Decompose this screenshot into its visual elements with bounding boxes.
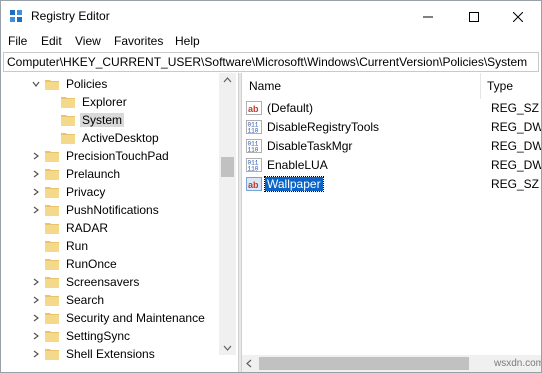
svg-text:110: 110 bbox=[248, 128, 259, 135]
chevron-right-icon[interactable] bbox=[31, 187, 41, 197]
scrollbar-thumb[interactable] bbox=[259, 357, 469, 370]
folder-open-icon bbox=[45, 78, 59, 90]
value-row-default[interactable]: ab (Default) REG_SZ bbox=[246, 99, 541, 117]
menu-file[interactable]: File bbox=[8, 34, 27, 48]
menu-edit[interactable]: Edit bbox=[41, 34, 62, 48]
maximize-icon bbox=[469, 11, 479, 22]
scroll-left-arrow-icon[interactable] bbox=[246, 359, 252, 368]
svg-text:ab: ab bbox=[248, 180, 259, 190]
folder-icon bbox=[45, 258, 59, 270]
string-value-icon: ab bbox=[246, 101, 262, 115]
minimize-button[interactable] bbox=[405, 1, 451, 32]
value-list: Name Type ab (Default) REG_SZ 011 110 Dis… bbox=[242, 73, 541, 372]
column-header-name[interactable]: Name bbox=[249, 79, 281, 93]
menu-bar: File Edit View Favorites Help bbox=[1, 32, 541, 51]
folder-icon bbox=[61, 132, 75, 144]
chevron-down-icon[interactable] bbox=[31, 79, 41, 89]
folder-icon bbox=[45, 276, 59, 288]
list-header: Name Type bbox=[242, 73, 541, 99]
folder-icon bbox=[45, 348, 59, 360]
folder-icon bbox=[61, 114, 75, 126]
close-button[interactable] bbox=[495, 1, 541, 32]
folder-icon bbox=[61, 96, 75, 108]
chevron-right-icon[interactable] bbox=[31, 169, 41, 179]
address-bar[interactable]: Computer\HKEY_CURRENT_USER\Software\Micr… bbox=[3, 52, 539, 72]
chevron-right-icon[interactable] bbox=[31, 349, 41, 359]
string-value-icon: ab bbox=[246, 177, 262, 191]
tree-item-system[interactable]: System bbox=[61, 111, 125, 129]
chevron-right-icon[interactable] bbox=[31, 313, 41, 323]
tree-item-activedesktop[interactable]: ActiveDesktop bbox=[61, 129, 161, 147]
maximize-button[interactable] bbox=[451, 1, 497, 32]
tree-item-run[interactable]: Run bbox=[45, 237, 90, 255]
registry-editor-window: Registry Editor File Edit View Favorites… bbox=[0, 0, 542, 373]
chevron-right-icon[interactable] bbox=[31, 277, 41, 287]
svg-text:110: 110 bbox=[248, 166, 259, 173]
tree-item-screensavers[interactable]: Screensavers bbox=[31, 273, 141, 291]
folder-icon bbox=[45, 240, 59, 252]
menu-help[interactable]: Help bbox=[175, 34, 200, 48]
folder-icon bbox=[45, 312, 59, 324]
chevron-right-icon[interactable] bbox=[31, 151, 41, 161]
tree-item-explorer[interactable]: Explorer bbox=[61, 93, 129, 111]
tree-item-privacy[interactable]: Privacy bbox=[31, 183, 107, 201]
value-row-disableregistrytools[interactable]: 011110 DisableRegistryTools REG_DWO bbox=[246, 118, 541, 136]
folder-icon bbox=[45, 186, 59, 198]
folder-icon bbox=[45, 330, 59, 342]
minimize-icon bbox=[423, 16, 433, 17]
window-title: Registry Editor bbox=[31, 9, 110, 23]
column-header-type[interactable]: Type bbox=[487, 79, 513, 93]
dword-value-icon: 011 110 bbox=[246, 139, 262, 153]
watermark: wsxdn.com bbox=[494, 358, 542, 369]
folder-icon bbox=[45, 222, 59, 234]
svg-text:ab: ab bbox=[248, 104, 259, 114]
tree-item-prelaunch[interactable]: Prelaunch bbox=[31, 165, 122, 183]
chevron-right-icon[interactable] bbox=[31, 295, 41, 305]
dword-value-icon: 011 110 bbox=[246, 158, 262, 172]
folder-icon bbox=[45, 168, 59, 180]
chevron-right-icon[interactable] bbox=[31, 331, 41, 341]
column-divider[interactable] bbox=[480, 73, 481, 99]
tree-item-settingsync[interactable]: SettingSync bbox=[31, 327, 132, 345]
close-icon bbox=[513, 11, 523, 22]
value-row-enablelua[interactable]: 011110 EnableLUA REG_DWO bbox=[246, 156, 541, 174]
folder-icon bbox=[45, 204, 59, 216]
tree-item-security-and-maintenance[interactable]: Security and Maintenance bbox=[31, 309, 207, 327]
menu-favorites[interactable]: Favorites bbox=[114, 34, 163, 48]
scrollbar-thumb[interactable] bbox=[221, 157, 234, 177]
scroll-down-arrow-icon[interactable] bbox=[223, 345, 232, 351]
tree-item-shell-extensions[interactable]: Shell Extensions bbox=[31, 345, 157, 363]
key-tree: Policies Explorer System ActiveDesktop P… bbox=[1, 73, 237, 372]
registry-editor-app-icon bbox=[9, 9, 23, 23]
address-path[interactable]: Computer\HKEY_CURRENT_USER\Software\Micr… bbox=[7, 55, 527, 69]
tree-item-pushnotifications[interactable]: PushNotifications bbox=[31, 201, 161, 219]
dword-value-icon: 011 110 bbox=[246, 120, 262, 134]
chevron-right-icon[interactable] bbox=[31, 205, 41, 215]
svg-text:110: 110 bbox=[248, 147, 259, 154]
tree-item-search[interactable]: Search bbox=[31, 291, 106, 309]
tree-item-precisiontouchpad[interactable]: PrecisionTouchPad bbox=[31, 147, 171, 165]
title-bar: Registry Editor bbox=[1, 1, 541, 32]
scroll-up-arrow-icon[interactable] bbox=[223, 77, 232, 83]
value-row-wallpaper[interactable]: ab Wallpaper REG_SZ bbox=[246, 175, 541, 193]
menu-view[interactable]: View bbox=[75, 34, 101, 48]
value-row-disabletaskmgr[interactable]: 011110 DisableTaskMgr REG_DWO bbox=[246, 137, 541, 155]
tree-item-runonce[interactable]: RunOnce bbox=[45, 255, 119, 273]
folder-icon bbox=[45, 294, 59, 306]
tree-item-radar[interactable]: RADAR bbox=[45, 219, 110, 237]
tree-vertical-scrollbar[interactable] bbox=[219, 73, 236, 355]
folder-icon bbox=[45, 150, 59, 162]
tree-item-policies[interactable]: Policies bbox=[31, 75, 109, 93]
